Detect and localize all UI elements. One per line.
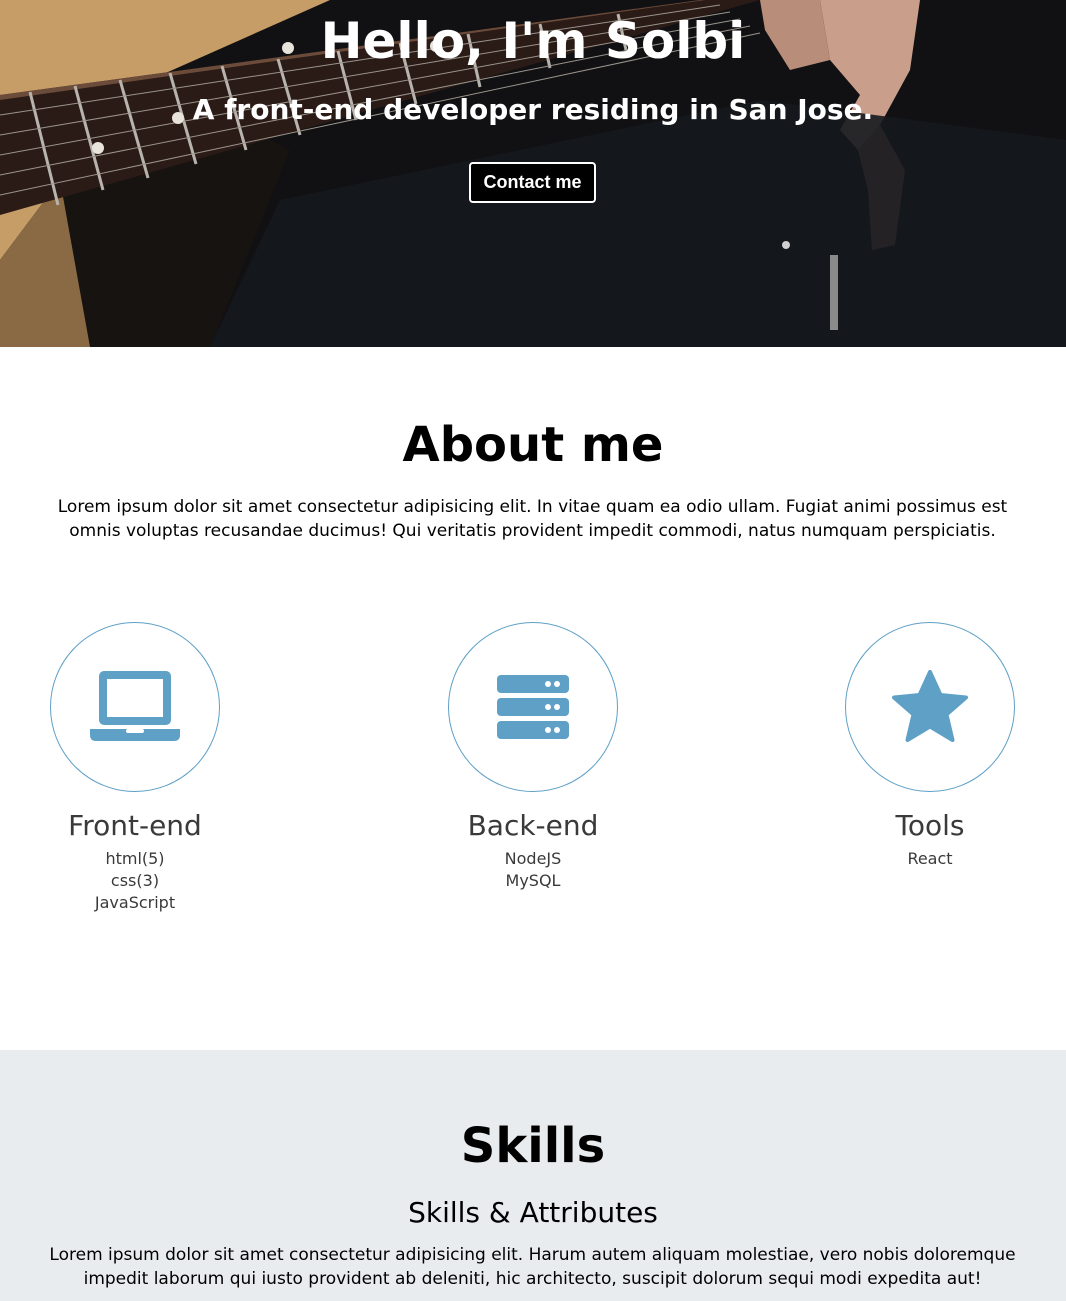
front-end-card: Front-end html(5) css(3) JavaScript	[25, 622, 245, 914]
hero-content: Hello, I'm Solbi A front-end developer r…	[0, 0, 1066, 347]
skills-text: Lorem ipsum dolor sit amet consectetur a…	[49, 1245, 1016, 1289]
back-end-item: NodeJS	[504, 849, 562, 868]
tools-item: React	[907, 849, 953, 868]
hero-title: Hello, I'm Solbi	[320, 12, 746, 70]
front-end-item: html(5)	[105, 849, 165, 868]
star-icon	[892, 670, 968, 742]
front-end-title: Front-end	[68, 809, 202, 842]
back-end-title: Back-end	[467, 809, 599, 842]
server-icon	[497, 675, 569, 739]
front-end-icon-circle	[50, 622, 220, 792]
skills-subtitle: Skills & Attributes	[408, 1196, 658, 1229]
back-end-item: MySQL	[505, 871, 561, 890]
back-end-card: Back-end NodeJS MySQL	[423, 622, 643, 892]
front-end-item: css(3)	[110, 871, 160, 890]
about-section: About me Lorem ipsum dolor sit amet cons…	[0, 347, 1066, 1050]
tools-title: Tools	[895, 809, 965, 842]
hero-section: Hello, I'm Solbi A front-end developer r…	[0, 0, 1066, 347]
back-end-icon-circle	[448, 622, 618, 792]
front-end-item: JavaScript	[94, 893, 176, 912]
tools-icon-circle	[845, 622, 1015, 792]
tools-card: Tools React	[820, 622, 1040, 870]
laptop-icon	[90, 671, 180, 741]
hero-subtitle: A front-end developer residing in San Jo…	[192, 93, 874, 126]
about-text: Lorem ipsum dolor sit amet consectetur a…	[57, 497, 1008, 541]
contact-me-button[interactable]: Contact me	[469, 162, 596, 203]
skills-title: Skills	[460, 1118, 606, 1174]
skills-section: Skills Skills & Attributes Lorem ipsum d…	[0, 1050, 1066, 1301]
about-title: About me	[402, 417, 664, 473]
